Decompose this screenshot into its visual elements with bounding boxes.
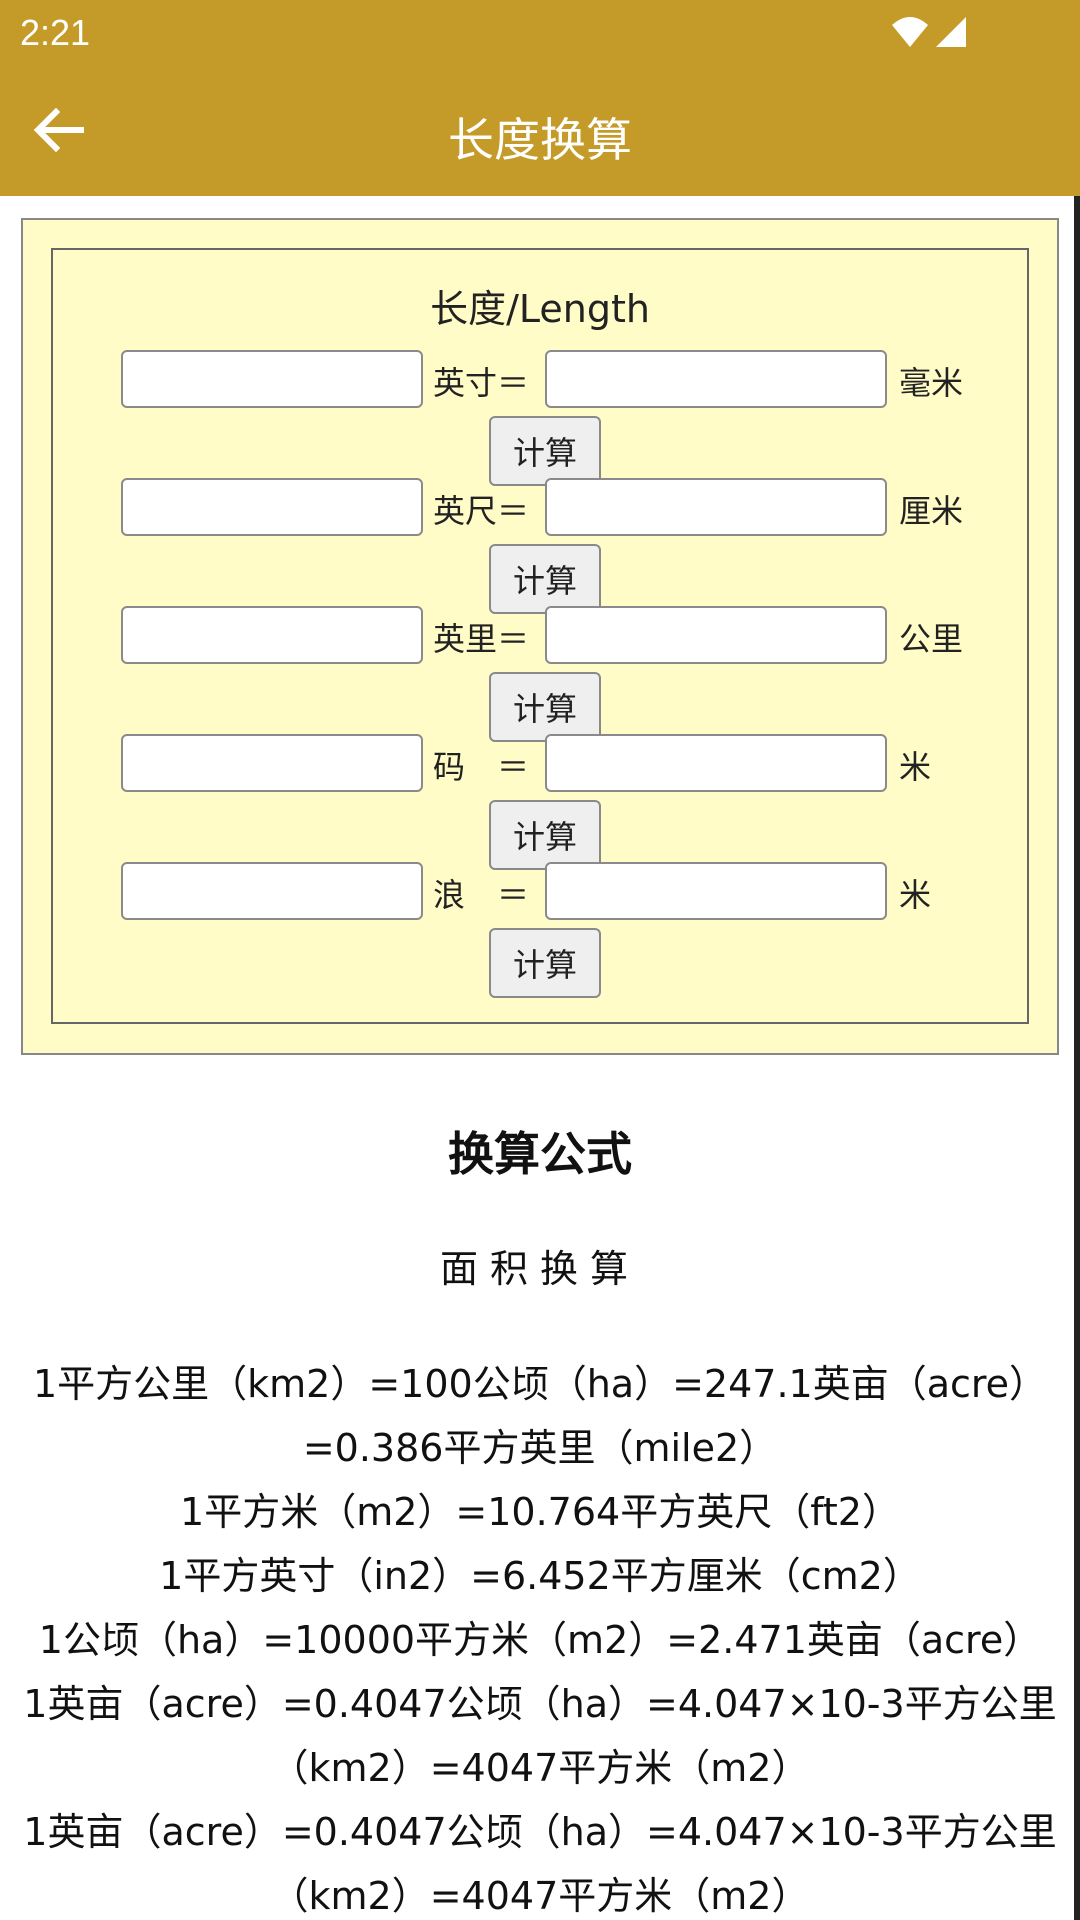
- formula-line: 1平方英寸（in2）=6.452平方厘米（cm2）: [159, 1554, 921, 1598]
- unit-label-meter-yard: 米: [899, 748, 932, 786]
- wifi-icon: [892, 17, 928, 47]
- status-bar: 2:21: [0, 0, 1080, 64]
- kilometer-input[interactable]: [545, 606, 887, 664]
- unit-label-inch: 英寸＝: [433, 364, 530, 402]
- formula-line: 1平方米（m2）=10.764平方英尺（ft2）: [180, 1490, 900, 1534]
- formula-line: 1英亩（acre）=0.4047公顷（ha）=4.047×10-3平方公里（km…: [23, 1810, 1057, 1918]
- unit-label-foot: 英尺＝: [433, 492, 530, 530]
- unit-label-mile: 英里＝: [433, 620, 530, 658]
- formula-subtitle: 面积换算: [439, 1247, 640, 1291]
- conversion-row-foot: 英尺＝ 厘米: [53, 478, 1031, 536]
- status-icons: [890, 14, 968, 50]
- cell-signal-icon: [936, 17, 966, 47]
- millimeter-input[interactable]: [545, 350, 887, 408]
- unit-label-millimeter: 毫米: [899, 364, 964, 402]
- formula-line: 1公顷（ha）=10000平方米（m2）=2.471英亩（acre）: [38, 1618, 1042, 1662]
- converter-panel: 长度/Length 英寸＝ 毫米 计算 英尺＝ 厘米 计算 英里＝ 公里 计算 …: [51, 248, 1029, 1024]
- furlong-input[interactable]: [121, 862, 423, 920]
- conversion-row-yard: 码 ＝ 米: [53, 734, 1031, 792]
- formula-line: 1英亩（acre）=0.4047公顷（ha）=4.047×10-3平方公里（km…: [23, 1682, 1057, 1790]
- conversion-row-inch: 英寸＝ 毫米: [53, 350, 1031, 408]
- unit-label-centimeter: 厘米: [899, 492, 964, 530]
- meter-input-furlong[interactable]: [545, 862, 887, 920]
- yard-input[interactable]: [121, 734, 423, 792]
- conversion-row-mile: 英里＝ 公里: [53, 606, 1031, 664]
- converter-card: 长度/Length 英寸＝ 毫米 计算 英尺＝ 厘米 计算 英里＝ 公里 计算 …: [21, 218, 1059, 1055]
- meter-input-yard[interactable]: [545, 734, 887, 792]
- calculate-button-yard[interactable]: 计算: [489, 800, 601, 870]
- section-title: 长度/Length: [430, 287, 650, 331]
- formula-line: 1平方公里（km2）=100公顷（ha）=247.1英亩（acre）=0.386…: [32, 1362, 1048, 1470]
- formula-list: 1平方公里（km2）=100公顷（ha）=247.1英亩（acre）=0.386…: [20, 1352, 1060, 1920]
- calculate-button-mile[interactable]: 计算: [489, 672, 601, 742]
- calculate-button-inch[interactable]: 计算: [489, 416, 601, 486]
- scrollbar[interactable]: [1074, 196, 1080, 1920]
- app-bar: 长度换算: [0, 64, 1080, 196]
- unit-label-meter-furlong: 米: [899, 876, 932, 914]
- unit-label-furlong: 浪 ＝: [433, 876, 530, 914]
- inch-input[interactable]: [121, 350, 423, 408]
- conversion-row-furlong: 浪 ＝ 米: [53, 862, 1031, 920]
- page-title: 长度换算: [448, 113, 632, 167]
- mile-input[interactable]: [121, 606, 423, 664]
- centimeter-input[interactable]: [545, 478, 887, 536]
- status-time: 2:21: [20, 12, 91, 53]
- calculate-button-foot[interactable]: 计算: [489, 544, 601, 614]
- calculate-button-furlong[interactable]: 计算: [489, 928, 601, 998]
- unit-label-yard: 码 ＝: [433, 748, 530, 786]
- formula-title: 换算公式: [448, 1127, 632, 1181]
- foot-input[interactable]: [121, 478, 423, 536]
- unit-label-kilometer: 公里: [899, 620, 964, 658]
